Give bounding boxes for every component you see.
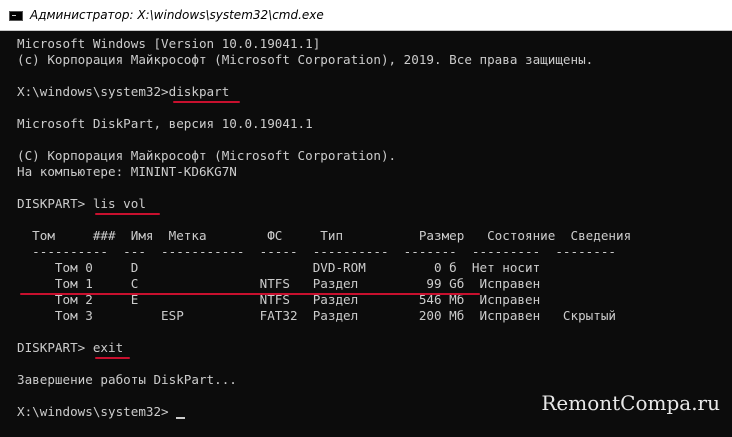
title-bar[interactable]: Администратор: X:\windows\system32\cmd.e… xyxy=(0,0,732,31)
console-prompt-line: X:\windows\system32> xyxy=(17,404,178,420)
volume-1-underline xyxy=(20,293,480,295)
console-output[interactable]: Microsoft Windows [Version 10.0.19041.1]… xyxy=(0,31,732,437)
watermark: RemontCompa.ru xyxy=(541,391,720,415)
console-line-diskpart-command: X:\windows\system32>diskpart xyxy=(17,84,230,99)
cmd-icon xyxy=(9,11,23,21)
diskpart-underline xyxy=(173,101,240,103)
console-line-exit-command: DISKPART> exit xyxy=(17,340,124,355)
volume-table-header: Том ### Имя Метка ФС Тип Размер Состояни… xyxy=(17,228,632,243)
text-cursor xyxy=(176,417,185,419)
console-line-lis-vol-command: DISKPART> lis vol xyxy=(17,196,146,211)
exit-underline xyxy=(95,357,130,359)
volume-row-3: Том 3 ESP FAT32 Раздел 200 Мб Исправен С… xyxy=(17,308,616,323)
volume-table-separator: ---------- --- ----------- ----- -------… xyxy=(17,244,616,259)
console-prompt: X:\windows\system32> xyxy=(17,404,169,419)
console-line-copyright: (c) Корпорация Майкрософт (Microsoft Cor… xyxy=(17,52,594,67)
volume-row-0: Том 0 D DVD-ROM 0 б Нет носит xyxy=(17,260,541,275)
console-line-diskpart-version: Microsoft DiskPart, версия 10.0.19041.1 xyxy=(17,116,313,131)
console-line-diskpart-copyright: (C) Корпорация Майкрософт (Microsoft Cor… xyxy=(17,148,397,163)
lis-vol-underline xyxy=(95,213,160,215)
volume-row-1: Том 1 C NTFS Раздел 99 Gб Исправен xyxy=(17,276,541,291)
console-line-version: Microsoft Windows [Version 10.0.19041.1] xyxy=(17,36,321,51)
console-line-computer-name: На компьютере: MININT-KD6KG7N xyxy=(17,164,237,179)
window-title: Администратор: X:\windows\system32\cmd.e… xyxy=(30,8,324,22)
console-line-exit-message: Завершение работы DiskPart... xyxy=(17,372,237,387)
